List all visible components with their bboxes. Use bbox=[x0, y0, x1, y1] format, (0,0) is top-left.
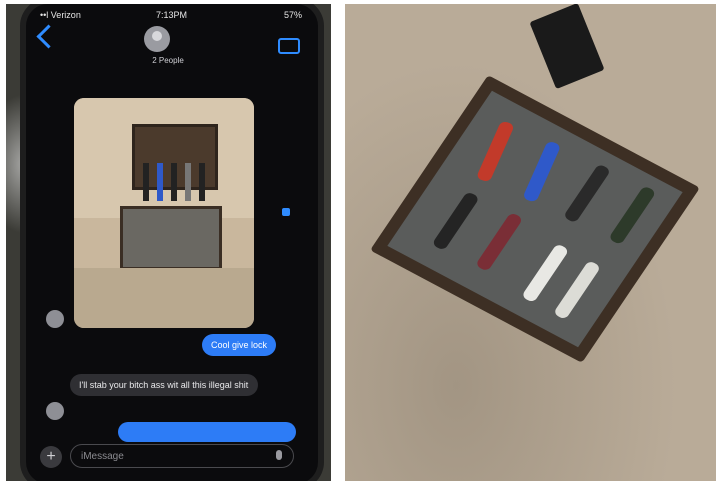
back-icon[interactable] bbox=[36, 24, 61, 49]
phone: ••l Verizon 7:13PM 57% 2 People Cool giv… bbox=[26, 4, 318, 481]
message-input[interactable]: iMessage bbox=[70, 444, 294, 468]
photo-knife bbox=[157, 163, 163, 201]
knife bbox=[475, 211, 524, 272]
carrier-label: ••l Verizon bbox=[40, 10, 81, 20]
sent-message[interactable] bbox=[118, 422, 296, 442]
photo-knife-case bbox=[120, 206, 222, 270]
knife-case-photo bbox=[345, 4, 716, 481]
knife bbox=[562, 163, 612, 224]
message-image[interactable] bbox=[74, 98, 254, 328]
mic-icon[interactable] bbox=[276, 450, 282, 460]
sent-message[interactable]: Cool give lock bbox=[202, 334, 277, 356]
photo-knife bbox=[185, 163, 191, 201]
contact-avatar[interactable] bbox=[144, 26, 170, 52]
knife bbox=[475, 120, 515, 183]
received-message[interactable]: I'll stab your bitch ass wit all this il… bbox=[70, 374, 258, 396]
knife bbox=[521, 243, 570, 304]
photo-knife bbox=[199, 163, 205, 201]
clock-label: 7:13PM bbox=[156, 10, 188, 20]
contact-name[interactable]: 2 People bbox=[138, 56, 198, 65]
photo-knife-case bbox=[132, 124, 218, 201]
status-bar: ••l Verizon 7:13PM 57% bbox=[26, 8, 318, 24]
phone-screenshot-photo: ••l Verizon 7:13PM 57% 2 People Cool giv… bbox=[6, 4, 331, 481]
video-call-icon[interactable] bbox=[278, 38, 300, 54]
battery-label: 57% bbox=[283, 10, 302, 20]
photo-knife bbox=[143, 163, 149, 201]
knife bbox=[552, 260, 602, 321]
photo-knife bbox=[171, 163, 177, 201]
sender-avatar bbox=[46, 310, 64, 328]
reaction-icon[interactable] bbox=[282, 208, 290, 216]
photo-floor bbox=[74, 268, 254, 328]
knife bbox=[431, 191, 480, 251]
knife bbox=[522, 140, 562, 203]
sender-avatar bbox=[46, 402, 64, 420]
knife bbox=[608, 185, 657, 246]
plus-icon[interactable]: + bbox=[40, 446, 62, 468]
